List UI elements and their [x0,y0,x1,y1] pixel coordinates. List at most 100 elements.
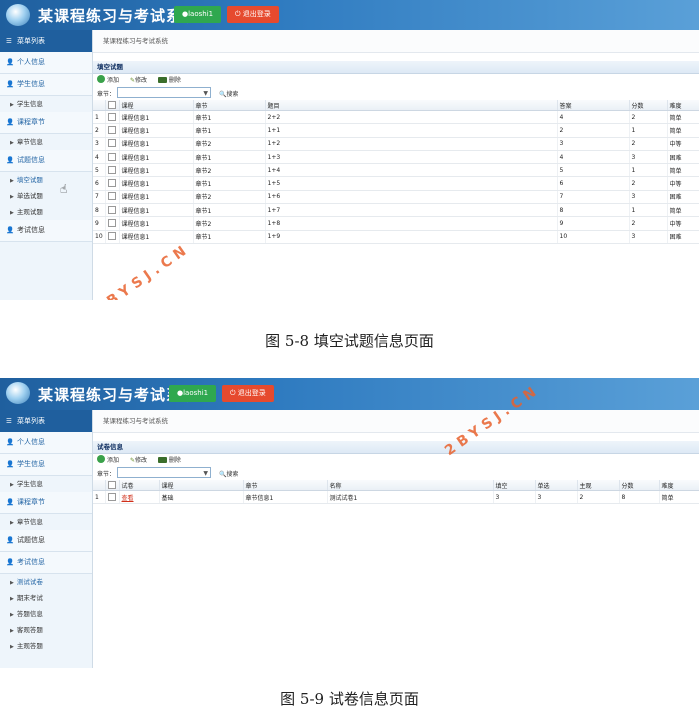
row-select-cell [105,176,120,191]
table-cell: 简单 [659,490,699,505]
row-checkbox[interactable] [107,152,116,161]
menu-sub-item[interactable]: ▶ 学生信息 [0,476,92,492]
menu-sub-item[interactable]: ▶ 章节信息 [0,514,92,530]
table-row[interactable]: 1 查看 基础 章节信息1 测试试卷1 3 3 2 8 简单 [93,490,699,505]
select-all-header [105,100,120,111]
person-icon: 👤 [6,438,15,446]
select-all-checkbox[interactable] [107,480,116,489]
table-cell: 简单 [667,123,699,138]
chapter-select[interactable]: ▼ [117,467,212,478]
menu-sub-item[interactable]: ▶ 主观试题 [0,204,92,220]
chapter-select[interactable]: ▼ [117,87,212,98]
menu-group-item[interactable]: 👤 考试信息 [0,552,92,574]
menu-group-item[interactable]: 👤 课程章节 [0,112,92,134]
delete-button[interactable]: 删除 [157,77,181,84]
row-checkbox[interactable] [107,205,116,214]
table-row[interactable]: 5 课程信息1 章节2 1+4 5 1 简单 [93,163,699,178]
menu-sub-item[interactable]: ▶ 学生信息 [0,96,92,112]
table-row[interactable]: 6 课程信息1 章节1 1+5 6 2 中等 [93,176,699,191]
table-cell: 困难 [667,150,699,165]
row-number-header [93,480,106,491]
menu-group-item[interactable]: 👤 个人信息 [0,52,92,74]
column-header[interactable]: 分数 [629,100,668,111]
column-header[interactable]: 填空 [493,480,536,491]
menu-sub-item[interactable]: ▶ 测试试卷 [0,574,92,590]
column-header[interactable]: 题目 [265,100,558,111]
column-header[interactable]: 难度 [667,100,699,111]
menu-sub-item[interactable]: ▶ 单选试题 [0,188,92,204]
toolbar: 添加 ✎修改 删除 [93,74,699,87]
table-row[interactable]: 7 课程信息1 章节2 1+6 7 3 困难 [93,190,699,205]
row-checkbox[interactable] [107,192,116,201]
menu-item-label: 单选试题 [16,192,43,200]
menu-item-label: 课程章节 [17,118,45,126]
menu-sub-item[interactable]: ▶ 主观答题 [0,638,92,654]
add-button[interactable]: 添加 [97,455,119,464]
column-header[interactable]: 单选 [535,480,578,491]
person-icon: 👤 [6,226,15,234]
select-all-checkbox[interactable] [107,100,116,109]
caret-right-icon: ▶ [10,612,14,618]
caret-right-icon: ▶ [10,628,14,634]
column-header[interactable]: 试卷 [119,480,160,491]
column-header[interactable]: 分数 [619,480,660,491]
table-row[interactable]: 9 课程信息1 章节2 1+8 9 2 中等 [93,216,699,231]
logout-button[interactable]: ⏻ 退出登录 [227,6,279,23]
table-row[interactable]: 4 课程信息1 章节1 1+3 4 3 困难 [93,150,699,165]
table-cell: 1+5 [265,176,558,191]
row-checkbox[interactable] [107,165,116,174]
view-link[interactable]: 查看 [119,490,160,505]
menu-sub-item[interactable]: ▶ 期末考试 [0,590,92,606]
column-header[interactable]: 主观 [577,480,620,491]
row-checkbox[interactable] [107,112,116,121]
menu-group-item[interactable]: 👤 学生信息 [0,454,92,476]
column-header[interactable]: 难度 [659,480,699,491]
logout-button[interactable]: ⏻ 退出登录 [222,385,274,402]
edit-label: 修改 [134,457,147,464]
menu-sub-item[interactable]: ▶ 答题信息 [0,606,92,622]
table-cell: 8 [619,490,660,505]
edit-button[interactable]: ✎修改 [130,457,147,464]
person-icon: 👤 [6,498,15,506]
table-row[interactable]: 1 课程信息1 章节1 2+2 4 2 简单 [93,110,699,125]
delete-button[interactable]: 删除 [157,457,181,464]
menu-group-item[interactable]: 👤 个人信息 [0,432,92,454]
menu-sub-item[interactable]: ▶ 填空试题 [0,172,92,188]
caret-right-icon: ▶ [10,580,14,586]
menu-sub-item[interactable]: ▶ 章节信息 [0,134,92,150]
row-checkbox[interactable] [107,232,116,241]
menu-group-item[interactable]: 👤 考试信息 [0,220,92,242]
menu-group-item[interactable]: 👤 试题信息 [0,530,92,552]
column-header[interactable]: 章节 [243,480,328,491]
row-checkbox[interactable] [107,179,116,188]
menu-group-item[interactable]: 👤 课程章节 [0,492,92,514]
table-cell: 困难 [667,190,699,205]
table-cell: 8 [557,203,630,218]
add-button[interactable]: 添加 [97,75,119,84]
search-button[interactable]: 🔍搜索 [219,91,239,98]
menu-group-item[interactable]: 👤 试题信息 [0,150,92,172]
row-checkbox[interactable] [107,139,116,148]
table-cell: 课程信息1 [119,203,194,218]
table-cell: 3 [629,230,668,244]
delete-label: 删除 [168,457,181,464]
column-header[interactable]: 章节 [193,100,266,111]
row-checkbox[interactable] [107,492,116,501]
menu-group-item[interactable]: 👤 学生信息 [0,74,92,96]
search-button[interactable]: 🔍搜索 [219,471,239,478]
table-row[interactable]: 8 课程信息1 章节1 1+7 8 1 简单 [93,203,699,218]
table-row[interactable]: 2 课程信息1 章节1 1+1 2 1 简单 [93,123,699,138]
row-checkbox[interactable] [107,125,116,134]
row-checkbox[interactable] [107,219,116,228]
table-cell: 课程信息1 [119,216,194,231]
column-header[interactable]: 课程 [119,100,194,111]
column-header[interactable]: 答案 [557,100,630,111]
table-row[interactable]: 3 课程信息1 章节2 1+2 3 2 中等 [93,137,699,151]
edit-button[interactable]: ✎修改 [130,77,147,84]
menu-sub-item[interactable]: ▶ 客观答题 [0,622,92,638]
user-button[interactable]: ●laoshi1 [169,385,217,402]
user-button[interactable]: ●laoshi1 [174,6,222,23]
table-cell: 中等 [667,137,699,151]
column-header[interactable]: 名称 [327,480,494,491]
column-header[interactable]: 课程 [159,480,244,491]
